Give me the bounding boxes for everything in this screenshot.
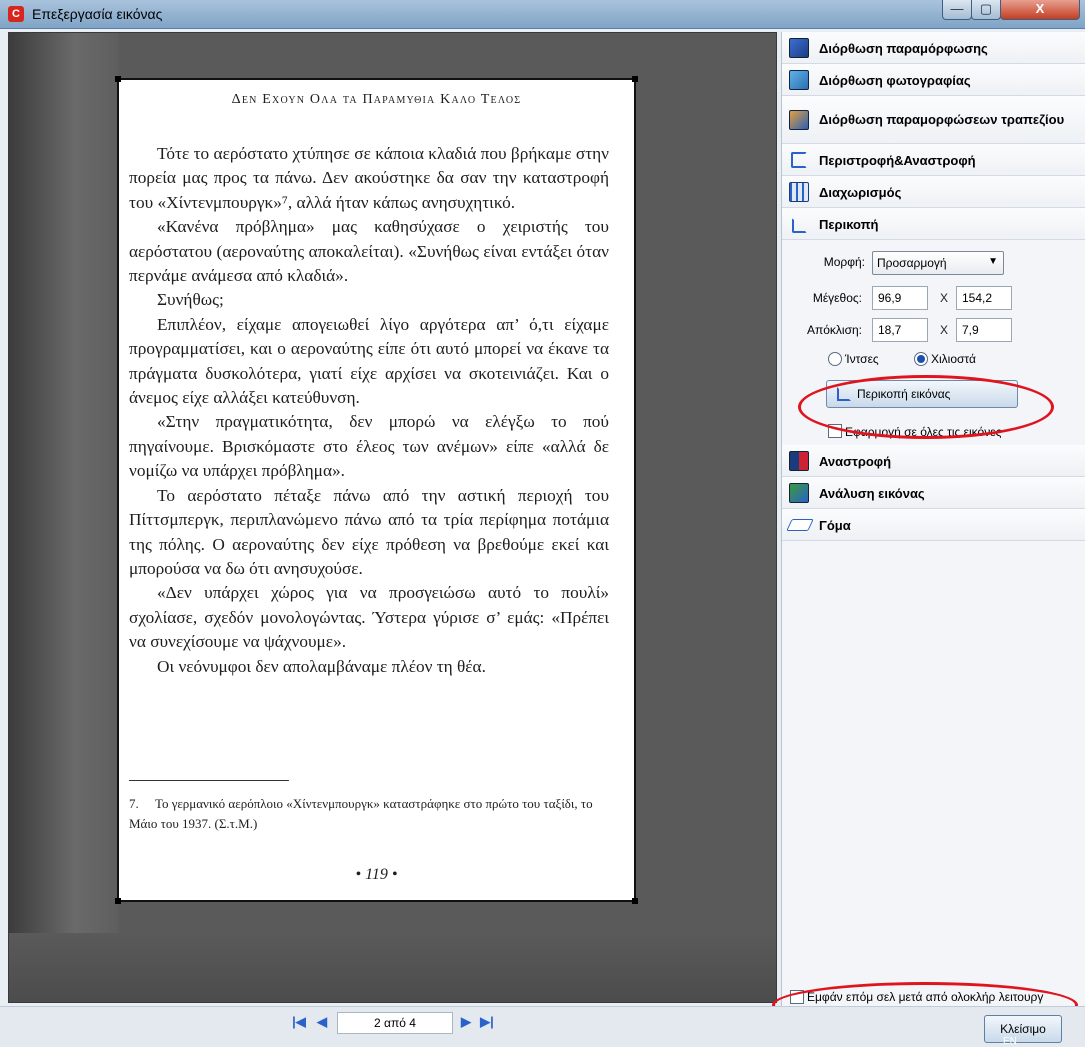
- size-height-value: 154,2: [962, 291, 993, 305]
- section-rotate-flip[interactable]: Περιστροφή&Αναστροφή: [782, 144, 1085, 176]
- tools-panel: Διόρθωση παραμόρφωσης Διόρθωση φωτογραφί…: [781, 32, 1085, 1010]
- crop-icon: [837, 387, 851, 401]
- section-label: Περικοπή: [819, 217, 879, 232]
- offset-y-value: 7,9: [962, 323, 979, 337]
- show-next-page-checkbox[interactable]: [790, 990, 804, 1004]
- section-label: Ανάλυση εικόνας: [819, 486, 925, 501]
- offset-x-value: 18,7: [878, 323, 902, 337]
- scan-shadow-bottom: [9, 933, 776, 1002]
- paragraph: Επιπλέον, είχαμε απογειωθεί λίγο αργότερ…: [129, 314, 609, 408]
- footnote-number: 7.: [129, 796, 139, 811]
- distortion-icon: [789, 38, 809, 58]
- crop-settings: Μορφή: Προσαρμογή ▼ Μέγεθος: 96,9 X 154,…: [782, 241, 1085, 444]
- size-width-value: 96,9: [878, 291, 902, 305]
- shape-select[interactable]: Προσαρμογή ▼: [872, 251, 1004, 275]
- crop-handle-top-right[interactable]: [632, 76, 638, 82]
- scan-shadow: [9, 33, 119, 1002]
- unit-inches-radio[interactable]: [828, 352, 842, 366]
- rotate-icon: [791, 152, 807, 168]
- window-title: Επεξεργασία εικόνας: [32, 6, 163, 22]
- section-label: Περιστροφή&Αναστροφή: [819, 153, 976, 168]
- maximize-button[interactable]: ▢: [971, 0, 1001, 20]
- size-height-input[interactable]: 154,2: [956, 286, 1012, 310]
- section-label: Διόρθωση παραμορφώσεων τραπεζίου: [819, 112, 1065, 127]
- apply-all-checkbox[interactable]: [828, 424, 842, 438]
- unit-mm-label: Χιλιοστά: [931, 352, 976, 366]
- crop-image-button[interactable]: Περικοπή εικόνας: [826, 380, 1018, 408]
- shape-value: Προσαρμογή: [877, 256, 947, 270]
- language-indicator[interactable]: EN: [1003, 1036, 1017, 1047]
- offset-y-input[interactable]: 7,9: [956, 318, 1012, 342]
- paragraph: «Κανένα πρόβλημα» μας καθησύχασε ο χειρι…: [129, 217, 609, 286]
- section-label: Διόρθωση παραμόρφωσης: [819, 41, 988, 56]
- section-crop[interactable]: Περικοπή: [782, 208, 1085, 240]
- footnote-text: Το γερμανικό αερόπλοιο «Χίντενμπουργκ» κ…: [129, 796, 593, 831]
- size-separator: X: [940, 291, 949, 305]
- paragraph: Το αερόστατο πέταξε πάνω από την αστική …: [129, 485, 609, 578]
- section-image-resolution[interactable]: Ανάλυση εικόνας: [782, 477, 1085, 509]
- crop-handle-bottom-right[interactable]: [632, 898, 638, 904]
- paragraph: Τότε το αερόστατο χτύπησε σε κάποια κλαδ…: [129, 144, 609, 212]
- chevron-down-icon: ▼: [988, 256, 998, 267]
- show-next-page-label: Εμφάν επόμ σελ μετά από ολοκλήρ λειτουργ: [807, 990, 1044, 1004]
- section-split[interactable]: Διαχωρισμός: [782, 176, 1085, 208]
- close-window-button[interactable]: X: [1000, 0, 1080, 20]
- shape-label: Μορφή:: [823, 255, 865, 269]
- last-page-icon[interactable]: ▶|: [480, 1015, 494, 1029]
- close-button[interactable]: Κλείσιμο: [984, 1015, 1062, 1043]
- previous-page-icon[interactable]: ◀: [315, 1015, 329, 1029]
- size-label: Μέγεθος:: [812, 291, 862, 305]
- section-label: Διόρθωση φωτογραφίας: [819, 73, 971, 88]
- image-viewer[interactable]: Δεν Εχουν Ολα τα Παραμυθια Καλο Τελος Τό…: [8, 32, 777, 1003]
- unit-inches-label: Ίντσες: [845, 352, 879, 366]
- crop-handle-top-left[interactable]: [115, 76, 121, 82]
- footnote-rule: [129, 780, 289, 781]
- section-label: Διαχωρισμός: [819, 185, 902, 200]
- section-label: Αναστροφή: [819, 454, 892, 469]
- crop-handle-bottom-left[interactable]: [115, 898, 121, 904]
- paragraph: «Στην πραγματικότητα, δεν μπορώ να ελέγξ…: [129, 412, 609, 481]
- section-trapezoid-correction[interactable]: Διόρθωση παραμορφώσεων τραπεζίου: [782, 96, 1085, 144]
- resolution-icon: [789, 483, 809, 503]
- minimize-button[interactable]: —: [942, 0, 972, 20]
- page-body-text: Τότε το αερόστατο χτύπησε σε κάποια κλαδ…: [129, 142, 609, 679]
- section-photo-correction[interactable]: Διόρθωση φωτογραφίας: [782, 64, 1085, 96]
- eraser-icon: [786, 519, 814, 531]
- next-page-icon[interactable]: ▶: [459, 1015, 473, 1029]
- title-bar[interactable]: C Επεξεργασία εικόνας — ▢ X: [0, 0, 1085, 29]
- size-width-input[interactable]: 96,9: [872, 286, 928, 310]
- invert-icon: [789, 451, 809, 471]
- paragraph: Συνήθως;: [157, 290, 224, 310]
- offset-label: Απόκλιση:: [806, 323, 862, 337]
- split-icon: [789, 182, 809, 202]
- crop-image-button-label: Περικοπή εικόνας: [857, 387, 951, 401]
- paragraph: Οι νεόνυμφοι δεν απολαμβάναμε πλέον τη θ…: [157, 656, 486, 676]
- section-invert[interactable]: Αναστροφή: [782, 445, 1085, 477]
- crop-icon: [792, 218, 807, 233]
- offset-separator: X: [940, 323, 949, 337]
- page-indicator[interactable]: 2 από 4: [337, 1012, 453, 1034]
- section-distortion-correction[interactable]: Διόρθωση παραμόρφωσης: [782, 32, 1085, 64]
- scanned-page: Δεν Εχουν Ολα τα Παραμυθια Καλο Τελος Τό…: [115, 76, 638, 904]
- bottom-bar: |◀ ◀ 2 από 4 ▶ ▶| Κλείσιμο: [0, 1006, 1085, 1047]
- running-head: Δεν Εχουν Ολα τα Παραμυθια Καλο Τελος: [231, 92, 522, 107]
- unit-mm-radio[interactable]: [914, 352, 928, 366]
- trapezoid-icon: [789, 110, 809, 130]
- apply-all-label: Εφαρμογή σε όλες τις εικόνες: [845, 425, 1002, 439]
- image-editor-window: C Επεξεργασία εικόνας — ▢ X Δεν Εχουν Ολ…: [0, 0, 1085, 1047]
- section-label: Γόμα: [819, 518, 851, 533]
- offset-x-input[interactable]: 18,7: [872, 318, 928, 342]
- first-page-icon[interactable]: |◀: [292, 1015, 306, 1029]
- photo-icon: [789, 70, 809, 90]
- paragraph: «Δεν υπάρχει χώρος για να προσγειώσω αυτ…: [129, 583, 609, 652]
- section-eraser[interactable]: Γόμα: [782, 509, 1085, 541]
- page-number: • 119 •: [355, 866, 398, 883]
- app-icon: C: [8, 6, 24, 22]
- footnote: 7. Το γερμανικό αερόπλοιο «Χίντενμπουργκ»…: [129, 794, 609, 834]
